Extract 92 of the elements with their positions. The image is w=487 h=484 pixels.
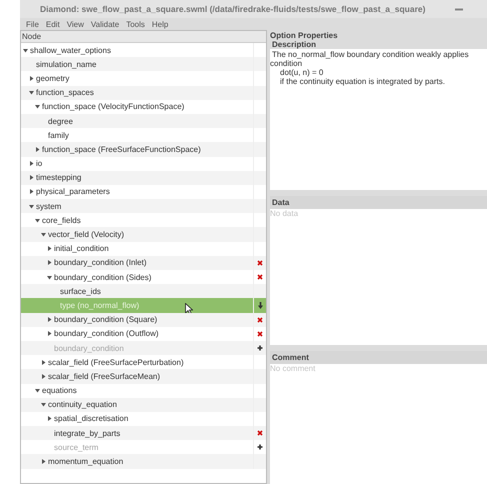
node-label: integrate_by_parts	[54, 428, 120, 438]
node-label: scalar_field (FreeSurfacePerturbation)	[48, 358, 184, 367]
node-label: surface_ids	[60, 286, 101, 296]
collapse-arrow-icon[interactable]	[29, 204, 34, 209]
expand-arrow-icon[interactable]	[47, 331, 52, 336]
remove-icon[interactable]	[257, 316, 263, 323]
tree-row[interactable]: function_space (FreeSurfaceFunctionSpace)	[21, 142, 266, 156]
node-label: function_spaces	[36, 88, 94, 98]
node-label: boundary_condition (Inlet)	[54, 258, 147, 268]
node-label: type (no_normal_flow)	[60, 300, 140, 310]
node-label: scalar_field (FreeSurfaceMean)	[48, 372, 160, 381]
minimize-icon[interactable]	[455, 8, 464, 10]
node-label: io	[36, 159, 42, 168]
tree-row[interactable]: scalar_field (FreeSurfaceMean)	[21, 369, 266, 384]
mouse-cursor-icon	[185, 303, 193, 316]
node-label: function_space (FreeSurfaceFunctionSpace)	[42, 144, 201, 154]
panel-title: Option Properties	[270, 31, 339, 40]
tree-row[interactable]: integrate_by_parts	[21, 426, 266, 440]
node-label: physical_parameters	[36, 187, 110, 196]
tree-row[interactable]: function_spaces	[21, 86, 266, 100]
node-label: family	[48, 130, 69, 140]
tree-row[interactable]: surface_ids	[21, 284, 266, 298]
add-icon[interactable]	[257, 345, 263, 352]
tree-row[interactable]: simulation_name	[21, 57, 266, 72]
node-label: source_term	[54, 442, 98, 452]
expand-arrow-icon[interactable]	[47, 260, 52, 266]
section-header: Data	[270, 196, 487, 209]
section-header: Comment	[270, 351, 487, 364]
menu-item[interactable]: View	[66, 20, 84, 28]
node-label: core_fields	[42, 216, 81, 225]
expand-arrow-icon[interactable]	[41, 360, 46, 365]
node-label: boundary_condition	[54, 344, 124, 353]
tree-row[interactable]: timestepping	[21, 170, 266, 185]
node-label: momentum_equation	[48, 457, 124, 466]
expand-arrow-icon[interactable]	[41, 374, 46, 379]
node-label: vector_field (Velocity)	[48, 230, 124, 240]
description-text: condition	[270, 59, 304, 68]
description-text: dot(u, n) = 0	[279, 68, 324, 77]
collapse-arrow-icon[interactable]	[41, 232, 46, 238]
tree-row[interactable]: continuity_equation	[21, 398, 266, 412]
tree-row[interactable]: vector_field (Velocity)	[21, 227, 266, 242]
node-label: boundary_condition (Square)	[54, 315, 158, 324]
node-label: equations	[42, 386, 77, 396]
node-label: initial_condition	[54, 244, 109, 254]
expand-arrow-icon[interactable]	[29, 76, 34, 81]
expand-arrow-icon[interactable]	[41, 459, 46, 464]
node-label: boundary_condition (Outflow)	[54, 329, 159, 338]
expand-arrow-icon[interactable]	[29, 175, 34, 180]
window-title: Diamond: swe_flow_past_a_square.swml (/data/firedrake-fluids/tests/swe_flow_past_a_square)	[40, 4, 426, 14]
tree-row[interactable]: momentum_equation	[21, 454, 266, 469]
remove-icon[interactable]	[257, 430, 263, 436]
section-header: Description	[271, 40, 318, 49]
tree-row[interactable]: boundary_condition (Inlet)	[21, 256, 266, 270]
collapse-arrow-icon[interactable]	[29, 90, 34, 96]
node-label: spatial_discretisation	[54, 414, 128, 424]
node-label: system	[36, 202, 62, 211]
add-icon[interactable]	[257, 444, 263, 450]
collapse-arrow-icon[interactable]	[41, 402, 46, 408]
expand-arrow-icon[interactable]	[35, 146, 40, 152]
menu-item[interactable]: Validate	[90, 20, 120, 28]
node-label: timestepping	[36, 173, 82, 182]
menu-item[interactable]: Edit	[46, 20, 60, 28]
node-label: geometry	[36, 74, 70, 83]
expand-arrow-icon[interactable]	[47, 416, 52, 422]
menu-item[interactable]: Tools	[126, 20, 145, 28]
remove-icon[interactable]	[257, 330, 263, 337]
node-label: degree	[48, 116, 73, 126]
expand-arrow-icon[interactable]	[47, 246, 52, 252]
tree-row[interactable]: degree	[21, 114, 266, 128]
collapse-arrow-icon[interactable]	[47, 274, 52, 280]
node-label: simulation_name	[36, 60, 96, 69]
node-label: boundary_condition (Sides)	[54, 272, 152, 282]
node-label: shallow_water_options	[30, 46, 111, 55]
node-label: continuity_equation	[48, 400, 117, 410]
expand-arrow-icon[interactable]	[47, 317, 52, 322]
tree-row[interactable]: boundary_condition (Square)	[21, 312, 266, 327]
collapse-arrow-icon[interactable]	[35, 104, 40, 110]
collapse-arrow-icon[interactable]	[35, 218, 40, 223]
down-arrow-icon[interactable]	[258, 302, 262, 309]
description-text: if the continuity equation is integrated by parts.	[279, 77, 446, 86]
remove-icon[interactable]	[257, 274, 263, 280]
menu-item[interactable]: File	[26, 20, 39, 28]
expand-arrow-icon[interactable]	[29, 189, 34, 194]
menu-item[interactable]: Help	[152, 20, 168, 28]
remove-icon[interactable]	[257, 260, 263, 266]
column-header[interactable]: Node	[21, 31, 266, 43]
expand-arrow-icon[interactable]	[29, 161, 34, 166]
collapse-arrow-icon[interactable]	[23, 48, 28, 53]
node-label: function_space (VelocityFunctionSpace)	[42, 102, 184, 112]
description-text: The no_normal_flow boundary condition weakly applies	[271, 50, 470, 59]
collapse-arrow-icon[interactable]	[35, 388, 40, 394]
tree-row[interactable]: system	[21, 199, 266, 214]
